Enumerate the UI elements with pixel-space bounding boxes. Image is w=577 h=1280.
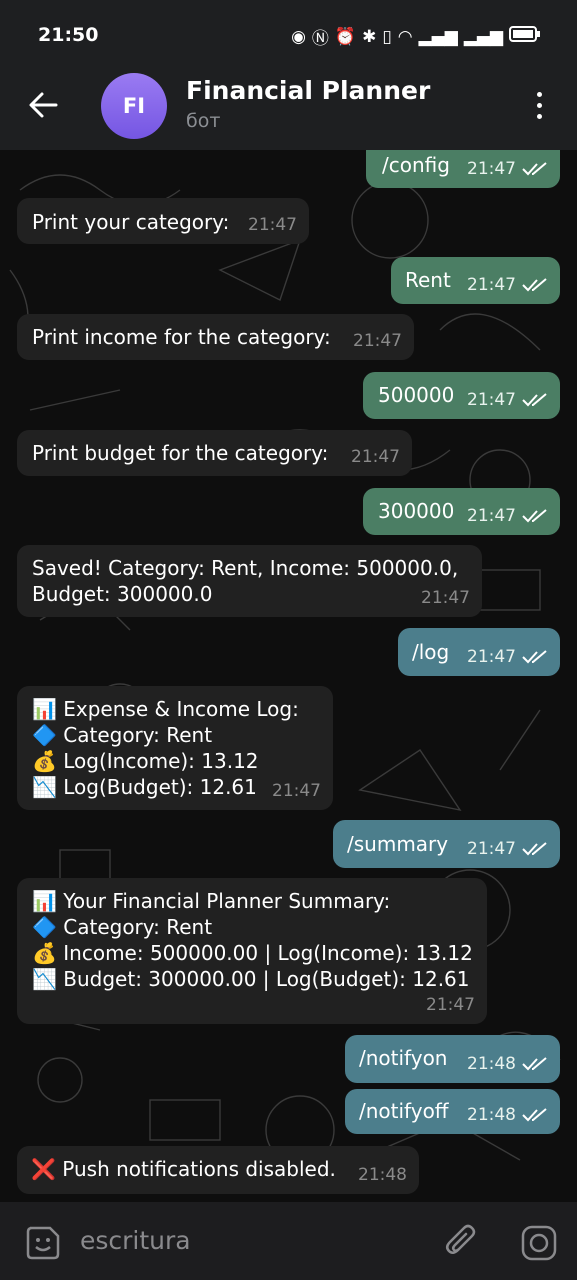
more-vertical-icon xyxy=(529,92,549,119)
message-time: 21:48 xyxy=(467,1105,516,1125)
double-check-icon xyxy=(522,650,548,664)
message-time: 21:48 xyxy=(358,1165,407,1185)
outgoing-message[interactable]: /notifyoff 21:48 xyxy=(345,1089,560,1134)
message-text: Print budget for the category: xyxy=(32,441,329,465)
message-time: 21:47 xyxy=(248,215,297,235)
camera-icon xyxy=(521,1225,557,1261)
avatar[interactable]: FI xyxy=(101,73,167,139)
attach-button[interactable] xyxy=(444,1224,480,1260)
message-time: 21:47 xyxy=(467,647,516,667)
status-bar: 21:50 ◉ Ⓝ ⏰ ✱ ▯ ◠ ▂▄▆ ▂▄▆ xyxy=(0,0,577,70)
status-time: 21:50 xyxy=(38,24,99,46)
message-text: 📊 Expense & Income Log: 🔷 Category: Rent… xyxy=(32,697,299,799)
incoming-message[interactable]: ❌ Push notifications disabled. 21:48 xyxy=(17,1146,419,1194)
message-text: Print income for the category: xyxy=(32,325,331,349)
arrow-left-icon xyxy=(29,92,58,118)
signal-icon: ▂▄▆ xyxy=(418,26,458,47)
message-text: /config xyxy=(382,153,450,177)
incoming-message[interactable]: Print budget for the category: 21:47 xyxy=(17,430,412,476)
incoming-message[interactable]: Print your category: 21:47 xyxy=(17,198,309,244)
message-text: 300000 xyxy=(378,499,455,523)
vibrate-icon: ▯ xyxy=(382,26,392,47)
incoming-message[interactable]: 📊 Your Financial Planner Summary: 🔷 Cate… xyxy=(17,878,487,1024)
message-text: /notifyoff xyxy=(359,1099,449,1123)
message-time: 21:47 xyxy=(421,588,470,608)
outgoing-message[interactable]: /summary 21:47 xyxy=(333,820,560,868)
message-time: 21:47 xyxy=(467,159,516,179)
message-time: 21:47 xyxy=(467,275,516,295)
chat-title[interactable]: Financial Planner xyxy=(186,76,430,105)
double-check-icon xyxy=(522,393,548,407)
message-time: 21:47 xyxy=(467,506,516,526)
message-text: Rent xyxy=(405,268,451,292)
sticker-icon xyxy=(26,1226,60,1260)
double-check-icon xyxy=(522,842,548,856)
double-check-icon xyxy=(522,509,548,523)
incoming-message[interactable]: Print income for the category: 21:47 xyxy=(17,314,414,360)
message-text: /log xyxy=(412,640,450,664)
chat-subtitle: бот xyxy=(186,110,221,132)
message-text: /summary xyxy=(347,832,449,856)
paperclip-icon xyxy=(446,1224,476,1254)
message-time: 21:47 xyxy=(351,447,400,467)
incoming-message[interactable]: 📊 Expense & Income Log: 🔷 Category: Rent… xyxy=(17,686,333,810)
outgoing-message[interactable]: 500000 21:47 xyxy=(363,372,560,419)
double-check-icon xyxy=(522,1108,548,1122)
message-time: 21:47 xyxy=(426,995,475,1015)
double-check-icon xyxy=(522,278,548,292)
outgoing-message[interactable]: /config 21:47 xyxy=(366,150,560,188)
wifi-icon: ◠ xyxy=(397,26,413,47)
alarm-icon: ⏰ xyxy=(334,26,357,47)
message-text: 📊 Your Financial Planner Summary: 🔷 Cate… xyxy=(32,889,473,991)
message-text: Print your category: xyxy=(32,210,230,234)
double-check-icon xyxy=(522,1057,548,1071)
message-time: 21:47 xyxy=(467,390,516,410)
more-menu-button[interactable] xyxy=(529,92,549,122)
message-text: Saved! Category: Rent, Income: 500000.0,… xyxy=(32,556,459,606)
battery-icon xyxy=(509,25,541,48)
eye-icon: ◉ xyxy=(291,26,306,47)
message-time: 21:48 xyxy=(467,1054,516,1074)
camera-button[interactable] xyxy=(520,1224,558,1262)
double-check-icon xyxy=(522,162,548,176)
back-button[interactable] xyxy=(26,88,60,122)
signal-2-icon: ▂▄▆ xyxy=(463,26,503,47)
message-time: 21:47 xyxy=(353,331,402,351)
message-text: 500000 xyxy=(378,383,455,407)
message-text: ❌ Push notifications disabled. xyxy=(31,1157,336,1181)
outgoing-message[interactable]: Rent 21:47 xyxy=(391,257,560,304)
chat-header: FI Financial Planner бот xyxy=(0,70,577,150)
outgoing-message[interactable]: /log 21:47 xyxy=(398,628,560,676)
incoming-message[interactable]: Saved! Category: Rent, Income: 500000.0,… xyxy=(17,545,482,617)
bluetooth-icon: ✱ xyxy=(362,26,377,47)
outgoing-message[interactable]: 300000 21:47 xyxy=(363,488,560,535)
emoji-button[interactable] xyxy=(24,1224,62,1262)
message-composer: escritura xyxy=(0,1202,577,1280)
nfc-icon: Ⓝ xyxy=(311,29,329,49)
status-icons: ◉ Ⓝ ⏰ ✱ ▯ ◠ ▂▄▆ ▂▄▆ xyxy=(291,24,541,49)
message-input[interactable]: escritura xyxy=(80,1226,191,1255)
message-time: 21:47 xyxy=(467,839,516,859)
message-time: 21:47 xyxy=(272,781,321,801)
outgoing-message[interactable]: /notifyon 21:48 xyxy=(345,1035,560,1083)
message-text: /notifyon xyxy=(359,1046,448,1070)
